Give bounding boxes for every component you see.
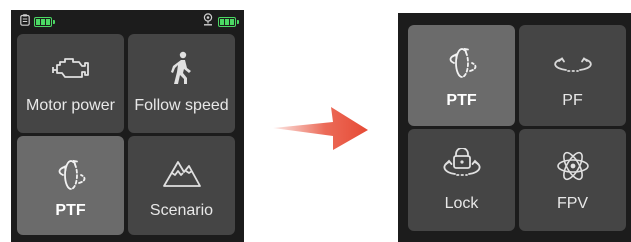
- right-arrow-icon: [273, 104, 369, 157]
- tile-follow-speed[interactable]: Follow speed: [128, 34, 235, 133]
- tile-label: Scenario: [149, 202, 214, 219]
- tile-label: FPV: [556, 195, 589, 212]
- ptf-rotate-icon: [53, 158, 89, 197]
- walking-person-icon: [170, 51, 194, 90]
- tile-ptf[interactable]: PTF: [17, 136, 124, 235]
- atom-icon: [556, 149, 590, 188]
- right-screen: PTF PF Lock FPV: [398, 13, 631, 242]
- camera-person-icon: [202, 13, 214, 31]
- pf-rotate-icon: [553, 55, 592, 80]
- engine-icon: [51, 55, 91, 88]
- tile-label: PF: [562, 92, 583, 109]
- tile-pf[interactable]: PF: [519, 25, 626, 126]
- tile-lock[interactable]: Lock: [408, 129, 515, 231]
- tile-fpv[interactable]: FPV: [519, 129, 626, 231]
- ptf-rotate-icon: [444, 46, 480, 85]
- tile-scenario[interactable]: Scenario: [128, 136, 235, 235]
- tile-label: Motor power: [26, 97, 115, 114]
- tile-motor-power[interactable]: Motor power: [17, 34, 124, 133]
- status-bar: [11, 10, 244, 30]
- lock-rotate-icon: [442, 147, 482, 183]
- tile-label: Lock: [444, 195, 479, 212]
- mountain-icon: [162, 158, 202, 193]
- tile-ptf[interactable]: PTF: [408, 25, 515, 126]
- battery-icon: [34, 17, 55, 27]
- clipboard-icon: [20, 13, 30, 31]
- battery-icon: [218, 17, 239, 27]
- tile-label: PTF: [55, 202, 86, 219]
- left-screen: Motor power Follow speed PTF Scenario: [11, 10, 244, 242]
- tile-label: PTF: [446, 92, 477, 109]
- tile-label: Follow speed: [134, 97, 229, 114]
